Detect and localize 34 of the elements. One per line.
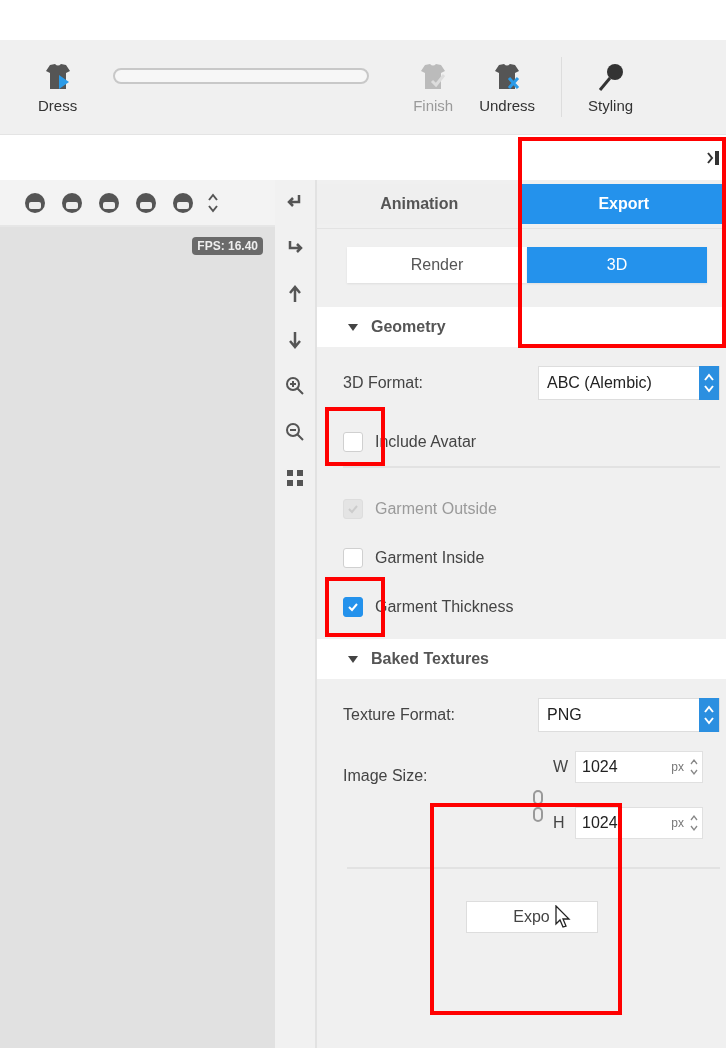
section-header[interactable]: Baked Textures bbox=[317, 639, 726, 679]
styling-button[interactable]: Styling bbox=[580, 60, 642, 114]
number-field[interactable]: 1024 px bbox=[575, 751, 703, 783]
garment-button[interactable]: Undress bbox=[471, 60, 544, 114]
field-label: Image Size: bbox=[343, 767, 429, 785]
link-icon[interactable] bbox=[533, 789, 543, 823]
spinner-icon bbox=[699, 698, 719, 732]
caret-icon bbox=[347, 322, 359, 332]
fps-counter: FPS: 16.40 bbox=[192, 237, 263, 255]
caret-icon bbox=[347, 654, 359, 664]
dimension-label: H bbox=[553, 814, 566, 832]
mouse-cursor-icon bbox=[555, 905, 571, 929]
export-button[interactable]: Expo bbox=[465, 901, 598, 933]
checkbox[interactable] bbox=[343, 547, 363, 568]
checkbox-label: Garment Inside bbox=[375, 548, 485, 567]
3d-viewport[interactable]: FPS: 16.40 bbox=[0, 227, 275, 1048]
garment-button[interactable]: Dress bbox=[30, 60, 86, 114]
spinner-icon bbox=[690, 814, 698, 832]
fit-view-icon[interactable] bbox=[285, 468, 305, 488]
field-label: 3D Format: bbox=[343, 374, 423, 392]
zoom-out-icon[interactable] bbox=[285, 422, 305, 442]
field-label: Texture Format: bbox=[343, 706, 456, 724]
checkbox[interactable] bbox=[343, 431, 363, 452]
format-dropdown[interactable]: PNG bbox=[538, 698, 720, 732]
dimension-label: W bbox=[553, 758, 567, 776]
spinner-icon bbox=[699, 366, 719, 400]
sub-tab[interactable]: Render bbox=[347, 247, 527, 283]
number-field[interactable]: 1024 px bbox=[575, 807, 703, 839]
checkbox-label: Garment Outside bbox=[375, 499, 497, 518]
checkbox[interactable] bbox=[343, 596, 363, 617]
spinner-icon bbox=[690, 758, 698, 776]
collapse-icon[interactable] bbox=[706, 148, 720, 167]
zoom-in-icon[interactable] bbox=[285, 376, 305, 396]
format-dropdown[interactable]: ABC (Alembic) bbox=[538, 366, 720, 400]
